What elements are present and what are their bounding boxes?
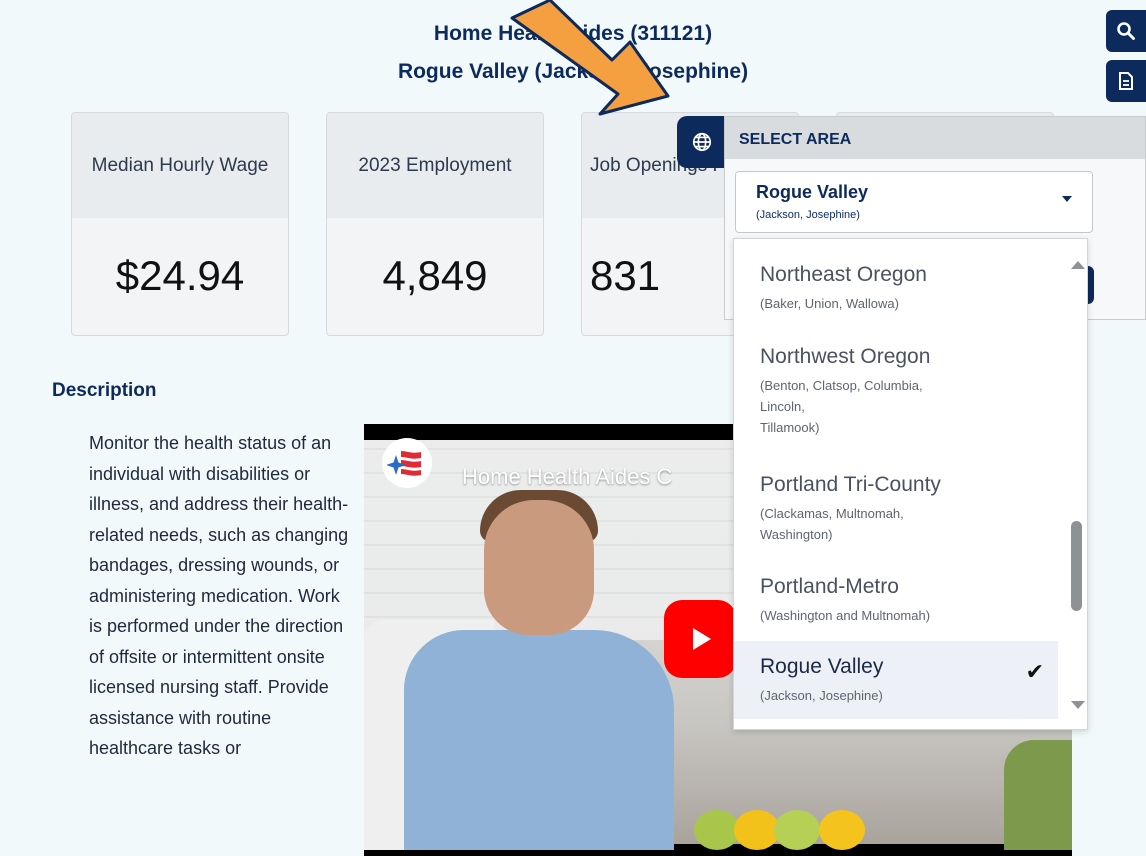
report-button[interactable]	[1106, 60, 1146, 102]
option-subtext: (Jackson, Josephine)	[760, 688, 883, 703]
checkmark-icon: ✔	[1025, 659, 1044, 684]
stat-card-label: Median Hourly Wage	[72, 113, 288, 218]
dropdown-option-portland-metro[interactable]: Portland-Metro (Washington and Multnomah…	[734, 575, 1058, 626]
stat-card-value: $24.94	[115, 252, 245, 299]
option-name: Portland Tri-County	[760, 473, 941, 496]
area-dropdown-list[interactable]: Northeast Oregon (Baker, Union, Wallowa)…	[733, 238, 1088, 730]
description-fade	[80, 836, 360, 856]
option-subtext: (Washington and Multnomah)	[760, 608, 931, 623]
dropdown-scrollbar[interactable]	[1069, 261, 1085, 709]
search-button[interactable]	[1106, 10, 1146, 52]
stat-card-label: 2023 Employment	[327, 113, 543, 218]
description-text: Monitor the health status of an individu…	[89, 433, 349, 758]
video-title: Home Health Aides C	[462, 464, 673, 489]
channel-logo[interactable]	[382, 438, 432, 488]
dropdown-option-northwest-oregon[interactable]: Northwest Oregon (Benton, Clatsop, Colum…	[734, 345, 1058, 438]
search-icon	[1117, 22, 1135, 40]
scrollbar-thumb[interactable]	[1071, 521, 1082, 611]
option-subtext: (Clackamas, Multnomah, Washington)	[760, 506, 904, 542]
scroll-down-arrow-icon[interactable]	[1071, 701, 1085, 709]
option-subtext: (Benton, Clatsop, Columbia, Lincoln, Til…	[760, 378, 923, 435]
play-icon	[693, 628, 711, 650]
flag-star-icon	[387, 451, 421, 476]
globe-icon	[692, 132, 712, 152]
page-title-area: Rogue Valley (Jackson, Josephine)	[397, 60, 749, 83]
stat-card-employment: 2023 Employment 4,849	[326, 112, 544, 336]
dropdown-option-portland-tri-county[interactable]: Portland Tri-County (Clackamas, Multnoma…	[734, 473, 1058, 545]
option-name: Rogue Valley	[760, 655, 884, 678]
area-select-value: Rogue Valley	[756, 182, 869, 202]
option-name: Northwest Oregon	[760, 345, 931, 368]
option-name: Northeast Oregon	[760, 263, 927, 286]
option-name: Portland-Metro	[760, 575, 899, 598]
page-title-occupation: Home Health Aides (311121)	[433, 22, 713, 45]
option-subtext: (Baker, Union, Wallowa)	[760, 296, 899, 311]
scroll-up-arrow-icon[interactable]	[1071, 261, 1085, 269]
area-selector-toggle[interactable]	[677, 116, 727, 168]
play-button[interactable]	[664, 600, 736, 678]
stat-card-median-wage: Median Hourly Wage $24.94	[71, 112, 289, 336]
area-select[interactable]: Rogue Valley (Jackson, Josephine)	[735, 171, 1093, 233]
stat-card-value: 4,849	[382, 252, 488, 299]
caret-down-icon	[1062, 196, 1072, 202]
area-selector-header: SELECT AREA	[725, 117, 1145, 159]
description-heading: Description	[52, 380, 157, 401]
dropdown-option-northeast-oregon[interactable]: Northeast Oregon (Baker, Union, Wallowa)	[734, 263, 1058, 314]
document-icon	[1119, 72, 1133, 90]
area-select-subtext: (Jackson, Josephine)	[756, 209, 860, 221]
dropdown-option-rogue-valley[interactable]: Rogue Valley (Jackson, Josephine) ✔	[734, 641, 1058, 719]
